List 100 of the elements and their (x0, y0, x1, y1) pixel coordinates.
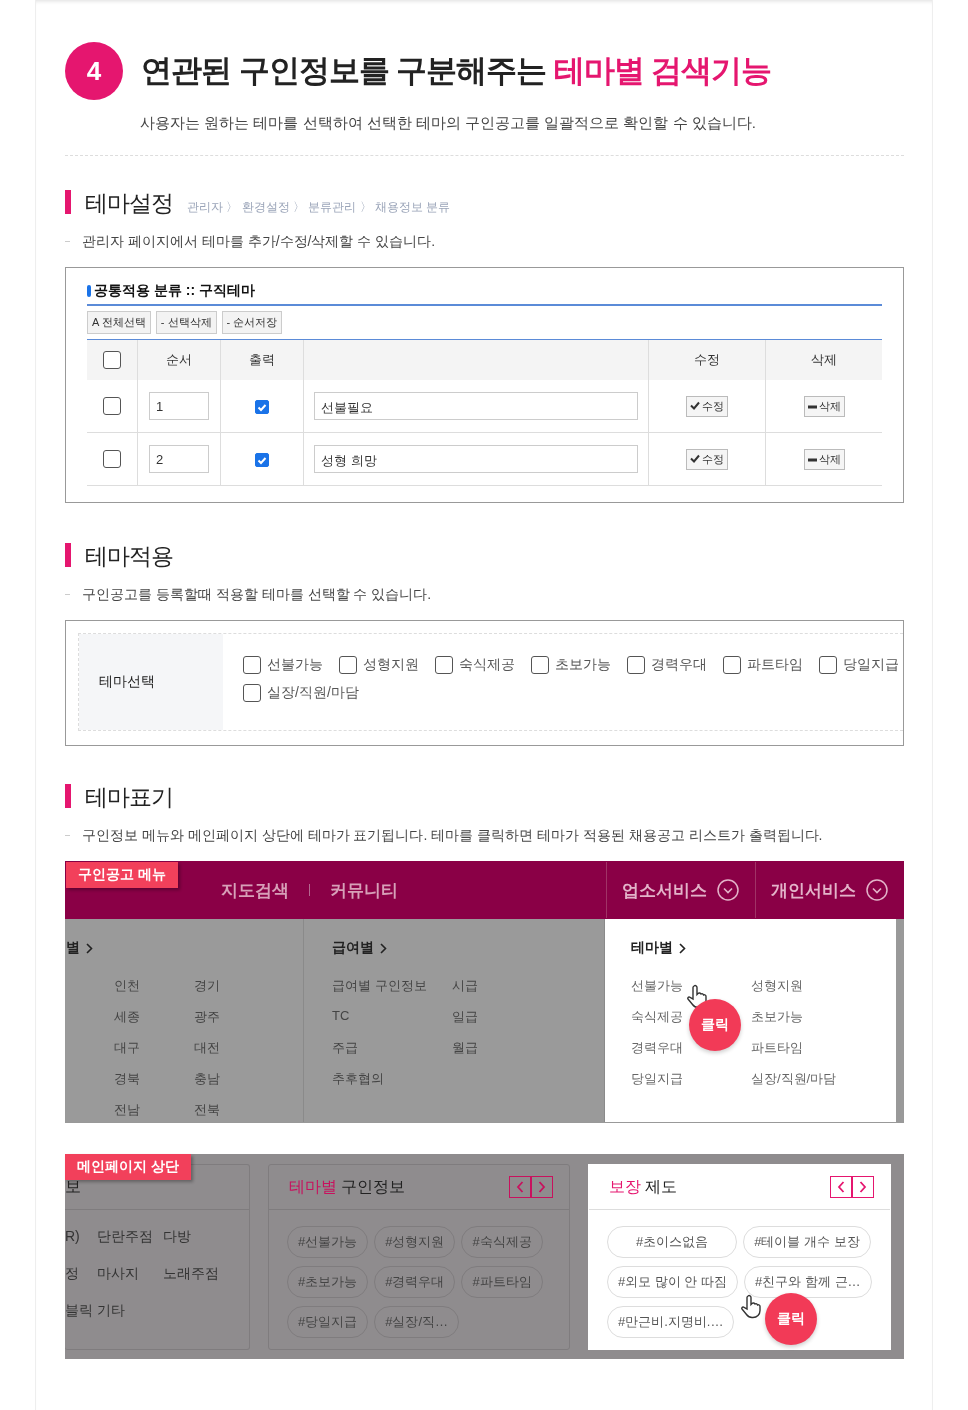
chevron-right-icon (679, 942, 686, 954)
option-label: 실장/직원/마담 (267, 684, 359, 702)
checkbox[interactable] (819, 656, 837, 674)
checkbox[interactable] (531, 656, 549, 674)
nav-item[interactable]: 지도검색 (221, 878, 289, 902)
edit-button[interactable]: 수정 (686, 448, 728, 470)
chevron-down-icon (717, 879, 740, 901)
category-link[interactable]: 마사지 (97, 1265, 163, 1283)
menu-link[interactable]: 광주 (194, 1008, 220, 1026)
menu-link[interactable]: TC (332, 1008, 350, 1026)
order-field[interactable]: 2 (149, 445, 209, 473)
hand-cursor-icon (739, 1293, 763, 1321)
menu-link[interactable]: 대전 (194, 1039, 220, 1057)
menu-link[interactable]: 급여별 구인정보 (332, 977, 427, 995)
menu-heading[interactable]: 급여별 (332, 939, 374, 957)
checkbox[interactable] (255, 399, 269, 414)
option-label: 경력우대 (651, 656, 707, 674)
checkbox[interactable] (103, 351, 121, 369)
previous-button[interactable] (830, 1176, 852, 1198)
nav-item[interactable]: 커뮤니티 (330, 878, 398, 902)
menu-link[interactable]: 성형지원 (751, 977, 803, 995)
checkbox[interactable] (339, 656, 357, 674)
category-link[interactable]: 다방 (163, 1228, 223, 1246)
chevron-down-icon (865, 879, 888, 901)
delete-button[interactable]: 삭제 (803, 395, 845, 417)
minus-icon (807, 404, 817, 409)
name-field[interactable]: 성형 희망 (314, 445, 638, 473)
menu-link[interactable]: 일급 (452, 1008, 478, 1026)
column-header: 수정 (648, 340, 766, 380)
field-label: 테마선택 (79, 634, 223, 730)
option-label: 성형지원 (363, 656, 419, 674)
next-button[interactable] (852, 1176, 874, 1198)
checkbox[interactable] (243, 684, 261, 702)
chevron-right-icon (86, 942, 93, 954)
nav-menu[interactable]: 개인서비스 (754, 862, 903, 918)
delete-button[interactable]: 삭제 (803, 448, 845, 470)
menu-link[interactable]: 실장/직원/마담 (751, 1070, 837, 1088)
menu-link[interactable]: 추후협의 (332, 1070, 384, 1088)
menu-link[interactable]: 경력우대 (631, 1039, 683, 1057)
checkbox[interactable] (435, 656, 453, 674)
toolbar-button[interactable]: - 순서저장 (221, 311, 283, 334)
toolbar-button[interactable]: - 선택삭제 (155, 311, 217, 334)
checkbox[interactable] (103, 397, 121, 415)
section-title: 테마표기 (65, 782, 173, 813)
page-subtitle: 사용자는 원하는 테마를 선택하여 선택한 테마의 구인공고를 일괄적으로 확인할 수 있습니다. (140, 114, 757, 133)
option-label: 초보가능 (555, 656, 611, 674)
checkbox[interactable] (627, 656, 645, 674)
edit-button[interactable]: 수정 (686, 395, 728, 417)
menu-link[interactable]: 당일지급 (631, 1070, 683, 1088)
category-link[interactable]: 노래주점 (163, 1265, 223, 1283)
category-link[interactable]: 단란주점 (97, 1228, 163, 1246)
section-description: 구인정보 메뉴와 메인페이지 상단에 테마가 표기됩니다. 테마를 클릭하면 테마가 적용된 채용공고 리스트가 출력됩니다. (82, 827, 823, 845)
breadcrumb: 관리자 〉 환경설정 〉 분류관리 〉 채용정보 분류 (187, 199, 451, 216)
order-field[interactable]: 1 (149, 392, 209, 420)
column-header: 출력 (220, 340, 304, 380)
page-badge: 메인페이지 상단 (65, 1154, 191, 1180)
menu-link[interactable]: 주급 (332, 1039, 358, 1057)
section-description: 구인공고를 등록할때 적용할 테마를 선택할 수 있습니다. (82, 586, 432, 604)
checkbox[interactable] (243, 656, 261, 674)
menu-link[interactable]: 선불가능 (631, 977, 683, 995)
nav-menu[interactable]: 업소서비스 (606, 862, 755, 918)
menu-link[interactable]: 인천 (114, 977, 140, 995)
option-label: 당일지급 (843, 656, 899, 674)
chevron-left-icon (837, 1181, 845, 1193)
column-header: 순서 (137, 340, 221, 380)
menu-link[interactable]: 경북 (114, 1070, 140, 1088)
card-title: 테마별 구인정보 (289, 1176, 406, 1197)
click-badge: 클릭 (689, 999, 741, 1051)
click-badge: 클릭 (765, 1293, 817, 1345)
menu-link[interactable]: 전남 (114, 1101, 140, 1119)
menu-link[interactable]: 초보가능 (751, 1008, 803, 1026)
menu-link[interactable]: 경기 (194, 977, 220, 995)
menu-link[interactable]: 시급 (452, 977, 478, 995)
menu-heading[interactable]: 별 (66, 939, 80, 957)
menu-link[interactable]: 월급 (452, 1039, 478, 1057)
menu-link[interactable]: 숙식제공 (631, 1008, 683, 1026)
toolbar-button[interactable]: A 전체선택 (87, 311, 151, 334)
menu-badge: 구인공고 메뉴 (66, 862, 178, 888)
menu-link[interactable]: 세종 (114, 1008, 140, 1026)
menu-link[interactable]: 충남 (194, 1070, 220, 1088)
menu-heading[interactable]: 테마별 (631, 939, 673, 957)
card-title: 보장 제도 (609, 1176, 678, 1197)
category-link[interactable]: 기타 (97, 1302, 163, 1320)
chevron-right-icon (380, 942, 387, 954)
name-field[interactable]: 선불필요 (314, 392, 638, 420)
menu-link[interactable]: 파트타임 (751, 1039, 803, 1057)
option-label: 선불가능 (267, 656, 323, 674)
category-link[interactable]: 블릭 (65, 1302, 97, 1320)
check-icon (690, 453, 700, 463)
checkbox[interactable] (255, 452, 269, 467)
checkbox[interactable] (103, 450, 121, 468)
checkbox[interactable] (723, 656, 741, 674)
category-link[interactable]: R) (65, 1228, 97, 1246)
category-link[interactable]: 정 (65, 1265, 97, 1283)
option-label: 숙식제공 (459, 656, 515, 674)
menu-link[interactable]: 전북 (194, 1101, 220, 1119)
section-title: 테마설정 (65, 188, 173, 219)
section-description: 관리자 페이지에서 테마를 추가/수정/삭제할 수 있습니다. (82, 233, 436, 251)
chevron-right-icon (859, 1181, 867, 1193)
menu-link[interactable]: 대구 (114, 1039, 140, 1057)
